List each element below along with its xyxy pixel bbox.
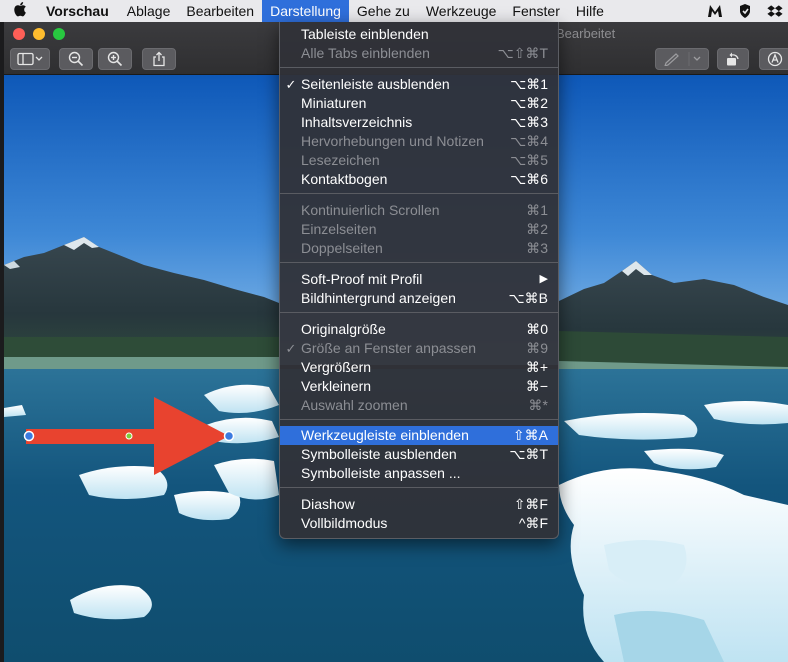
menu-item-soft-proof-mit-profil[interactable]: Soft-Proof mit Profil ▶ (280, 270, 558, 289)
sidebar-toggle-button[interactable] (10, 48, 50, 70)
menu-werkzeuge[interactable]: Werkzeuge (418, 0, 505, 22)
annotate-icon (767, 51, 783, 67)
keychain-icon[interactable] (736, 2, 754, 20)
menu-separator (280, 487, 558, 488)
menu-separator (280, 67, 558, 68)
zoom-in-button[interactable] (98, 48, 132, 70)
menu-separator (280, 312, 558, 313)
arrow-width-handle[interactable] (125, 432, 133, 440)
menu-item-seitenleiste-ausblenden[interactable]: ✓ Seitenleiste ausblenden ⌥⌘1 (280, 75, 558, 94)
menu-darstellung[interactable]: Darstellung (262, 0, 349, 22)
menu-gehe-zu[interactable]: Gehe zu (349, 0, 418, 22)
menu-separator (280, 419, 558, 420)
malwarebytes-icon[interactable] (706, 2, 724, 20)
menu-item-alle-tabs-einblenden: Alle Tabs einblenden ⌥⇧⌘T (301, 45, 548, 61)
status-area (706, 0, 784, 22)
menu-item-originalgroesse[interactable]: Originalgröße ⌘0 (280, 320, 558, 339)
share-button[interactable] (142, 48, 176, 70)
menu-hilfe[interactable]: Hilfe (568, 0, 612, 22)
menu-vorschau[interactable]: Vorschau (40, 0, 119, 22)
menu-item-einzelseiten: Einzelseiten ⌘2 (301, 221, 548, 237)
share-icon (153, 51, 165, 67)
checkmark-icon: ✓ (285, 341, 297, 356)
close-window-button[interactable] (13, 28, 25, 40)
menu-item-kontinuierlich-scrollen: Kontinuierlich Scrollen ⌘1 (301, 202, 548, 218)
menu-item-vergroessern[interactable]: Vergrößern ⌘+ (280, 358, 558, 377)
checkmark-icon: ✓ (285, 77, 297, 92)
submenu-arrow-icon: ▶ (539, 273, 548, 285)
zoom-out-icon (68, 51, 84, 67)
menu-item-lesezeichen: Lesezeichen ⌥⌘5 (301, 152, 548, 168)
apple-logo-icon[interactable] (0, 1, 40, 22)
menu-item-hervorhebungen-und-notizen: Hervorhebungen und Notizen ⌥⌘4 (301, 133, 548, 149)
menu-item-symbolleiste-ausblenden[interactable]: Symbolleiste ausblenden ⌥⌘T (280, 445, 558, 464)
arrow-end-handle[interactable] (223, 430, 235, 442)
menu-separator (280, 193, 558, 194)
menu-item-werkzeugleiste-einblenden[interactable]: Werkzeugleiste einblenden ⇧⌘A (280, 426, 558, 445)
menu-item-verkleinern[interactable]: Verkleinern ⌘− (280, 377, 558, 396)
rotate-button[interactable] (717, 48, 749, 70)
menu-item-diashow[interactable]: Diashow ⇧⌘F (280, 495, 558, 514)
menu-item-kontaktbogen[interactable]: Kontaktbogen ⌥⌘6 (280, 170, 558, 189)
menu-item-miniaturen[interactable]: Miniaturen ⌥⌘2 (280, 94, 558, 113)
zoom-window-button[interactable] (53, 28, 65, 40)
markup-pen-button[interactable] (655, 48, 709, 70)
minimize-window-button[interactable] (33, 28, 45, 40)
menu-item-inhaltsverzeichnis[interactable]: Inhaltsverzeichnis ⌥⌘3 (280, 113, 558, 132)
menu-separator (280, 262, 558, 263)
zoom-in-icon (107, 51, 123, 67)
sidebar-toggle-icon (17, 52, 43, 66)
menu-ablage[interactable]: Ablage (119, 0, 179, 22)
menu-item-symbolleiste-anpassen[interactable]: Symbolleiste anpassen ... (280, 464, 558, 483)
arrow-start-handle[interactable] (23, 430, 35, 442)
menu-bearbeiten[interactable]: Bearbeiten (178, 0, 262, 22)
zoom-out-button[interactable] (59, 48, 93, 70)
menu-item-tableiste-einblenden[interactable]: Tableiste einblenden (280, 25, 558, 44)
rotate-icon (727, 52, 739, 66)
menu-item-vollbildmodus[interactable]: Vollbildmodus ^⌘F (280, 514, 558, 533)
menu-item-doppelseiten: Doppelseiten ⌘3 (301, 240, 548, 256)
dropbox-icon[interactable] (766, 2, 784, 20)
markup-pen-icon (664, 52, 701, 66)
menu-item-bildhintergrund-anzeigen[interactable]: Bildhintergrund anzeigen ⌥⌘B (280, 289, 558, 308)
menu-item-auswahl-zoomen: Auswahl zoomen ⌘* (301, 397, 548, 413)
menu-bar: Vorschau Ablage Bearbeiten Darstellung G… (0, 0, 788, 22)
menu-fenster[interactable]: Fenster (504, 0, 567, 22)
window-title: Bearbeitet (556, 26, 616, 41)
darstellung-menu: Tableiste einblenden Alle Tabs einblende… (279, 22, 559, 539)
annotate-button[interactable] (759, 48, 788, 70)
menu-item-groesse-an-fenster-anpassen: ✓ Größe an Fenster anpassen ⌘9 (285, 340, 548, 356)
